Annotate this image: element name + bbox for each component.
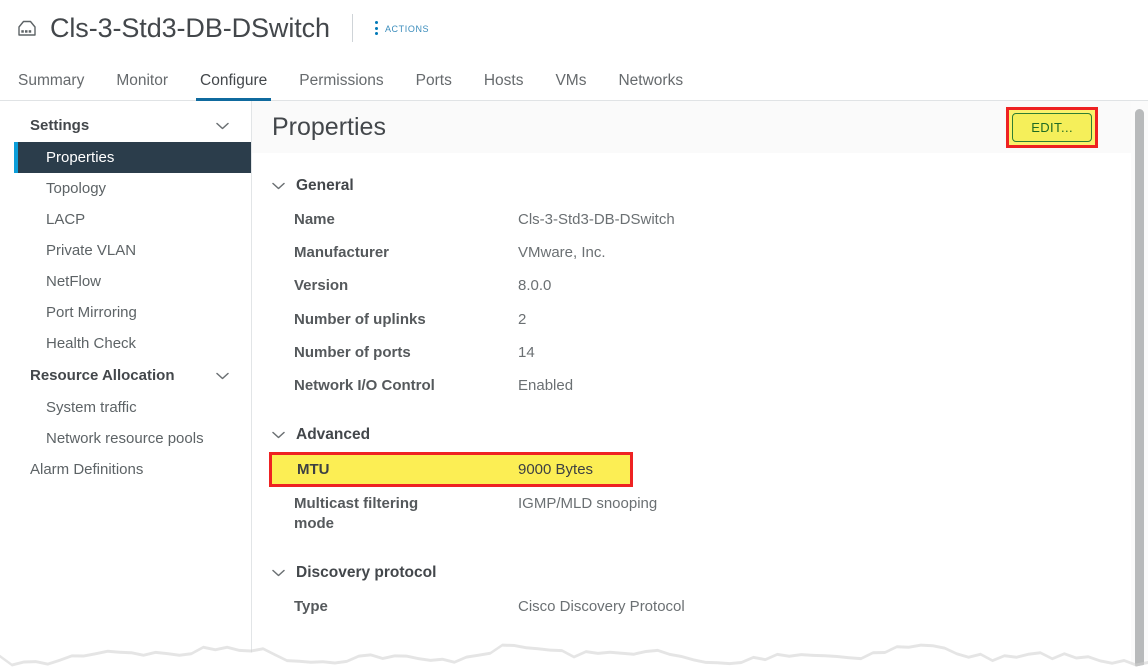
section-header-advanced[interactable]: Advanced bbox=[272, 426, 1128, 444]
tab-networks[interactable]: Networks bbox=[602, 72, 699, 100]
sidebar-item-topology[interactable]: Topology bbox=[0, 173, 251, 204]
property-value: Cisco Discovery Protocol bbox=[518, 597, 685, 615]
property-key: Type bbox=[294, 597, 328, 615]
tab-permissions[interactable]: Permissions bbox=[283, 72, 399, 100]
property-value: 8.0.0 bbox=[518, 277, 552, 295]
vertical-scrollbar[interactable] bbox=[1131, 101, 1148, 669]
tab-configure[interactable]: Configure bbox=[184, 72, 283, 101]
property-key: Name bbox=[294, 211, 335, 228]
chevron-down-icon bbox=[272, 431, 285, 439]
sidebar-item-network-resource-pools[interactable]: Network resource pools bbox=[0, 423, 251, 454]
property-value: Enabled bbox=[518, 376, 574, 394]
sidebar-group-settings[interactable]: Settings bbox=[0, 109, 251, 142]
sidebar-item-private-vlan[interactable]: Private VLAN bbox=[0, 235, 251, 266]
sidebar-item-system-traffic[interactable]: System traffic bbox=[0, 392, 251, 423]
sidebar-item-netflow[interactable]: NetFlow bbox=[0, 266, 251, 297]
chevron-down-icon bbox=[216, 372, 229, 379]
property-row: Number of ports 14 bbox=[272, 336, 1128, 369]
edit-button-annotation: EDIT... bbox=[1006, 106, 1098, 148]
tab-vms[interactable]: VMs bbox=[539, 72, 602, 100]
tab-monitor[interactable]: Monitor bbox=[100, 72, 184, 100]
section-title: General bbox=[296, 177, 354, 194]
sidebar-item-properties[interactable]: Properties bbox=[14, 142, 251, 173]
section-title: Advanced bbox=[296, 426, 371, 444]
property-row: Multicast filtering mode IGMP/MLD snoopin… bbox=[272, 487, 1128, 539]
sidebar-group-label: Resource Allocation bbox=[30, 367, 175, 384]
sidebar-item-port-mirroring[interactable]: Port Mirroring bbox=[0, 297, 251, 328]
chevron-down-icon bbox=[216, 122, 229, 129]
properties-sections: General Name Cls-3-Std3-DB-DSwitch Manufact… bbox=[252, 153, 1148, 623]
title-divider bbox=[351, 14, 353, 42]
property-value: IGMP/MLD snooping bbox=[518, 495, 658, 513]
property-row: Version 8.0.0 bbox=[272, 269, 1128, 302]
section-title: Discovery protocol bbox=[296, 563, 437, 581]
actions-menu-label: Actions bbox=[384, 21, 430, 35]
actions-menu-button[interactable]: Actions bbox=[371, 19, 433, 37]
tab-summary[interactable]: Summary bbox=[14, 72, 100, 100]
property-key: Number of uplinks bbox=[294, 310, 426, 328]
property-key: Number of ports bbox=[294, 343, 411, 361]
chevron-down-icon bbox=[272, 182, 285, 190]
chevron-down-icon bbox=[272, 569, 285, 576]
property-value: 14 bbox=[518, 343, 535, 361]
page-object-title: Cls-3-Std3-DB-DSwitch bbox=[50, 12, 330, 43]
sidebar-item-alarm-definitions[interactable]: Alarm Definitions bbox=[0, 454, 251, 485]
distributed-switch-icon bbox=[18, 20, 36, 36]
tab-ports[interactable]: Ports bbox=[400, 72, 468, 100]
sidebar-group-resource-allocation[interactable]: Resource Allocation bbox=[0, 359, 251, 392]
scrollbar-thumb[interactable] bbox=[1135, 109, 1144, 669]
property-value: Cls-3-Std3-DB-DSwitch bbox=[518, 211, 675, 228]
property-key: MTU bbox=[297, 461, 330, 479]
property-row: Number of uplinks 2 bbox=[272, 303, 1128, 336]
property-value: VMware, Inc. bbox=[518, 244, 606, 262]
content-area: Settings Properties Topology LACP Private VL… bbox=[0, 101, 1148, 669]
property-key: Manufacturer bbox=[294, 244, 390, 262]
properties-header: Properties EDIT... bbox=[252, 101, 1148, 153]
page-title: Properties bbox=[272, 112, 386, 141]
tab-hosts[interactable]: Hosts bbox=[468, 72, 540, 100]
property-value: 2 bbox=[518, 310, 527, 328]
object-tab-bar: Summary Monitor Configure Permissions Ports H… bbox=[0, 56, 1148, 101]
property-key: Multicast filtering mode bbox=[294, 495, 419, 532]
edit-button[interactable]: EDIT... bbox=[1012, 112, 1092, 142]
section-header-general[interactable]: General bbox=[272, 177, 1128, 195]
property-value: 9000 Bytes bbox=[518, 461, 594, 479]
sidebar-item-lacp[interactable]: LACP bbox=[0, 204, 251, 235]
properties-pane: Properties EDIT... General Name Cls-3-Std3… bbox=[252, 101, 1148, 669]
sidebar-item-health-check[interactable]: Health Check bbox=[0, 328, 251, 359]
property-row: Name Cls-3-Std3-DB-DSwitch bbox=[272, 203, 1128, 236]
property-row: MTU 9000 Bytes bbox=[269, 452, 633, 488]
kebab-menu-icon bbox=[374, 21, 378, 35]
property-row: Manufacturer VMware, Inc. bbox=[272, 236, 1128, 269]
property-row: Type Cisco Discovery Protocol bbox=[272, 590, 1128, 623]
property-key: Version bbox=[294, 277, 349, 295]
property-key: Network I/O Control bbox=[294, 376, 435, 394]
section-header-discovery-protocol[interactable]: Discovery protocol bbox=[272, 564, 1128, 582]
title-bar: Cls-3-Std3-DB-DSwitch Actions bbox=[0, 0, 1148, 56]
sidebar-group-label: Settings bbox=[30, 117, 90, 134]
property-row: Network I/O Control Enabled bbox=[272, 369, 1128, 402]
settings-sidebar: Settings Properties Topology LACP Private VL… bbox=[0, 101, 252, 669]
